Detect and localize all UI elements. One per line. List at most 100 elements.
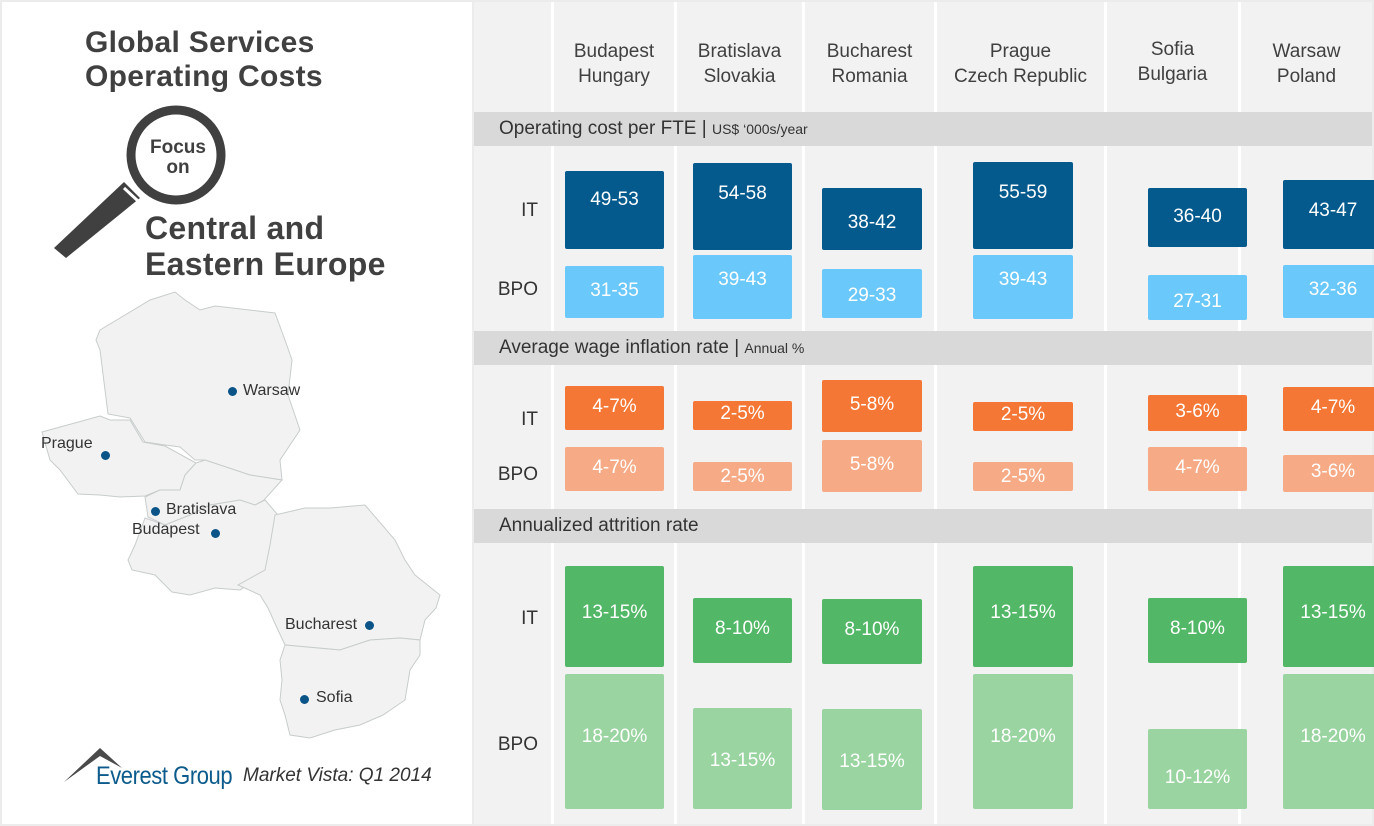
brand-logo: Everest Group — [96, 762, 233, 790]
column-header-bucharest: Bucharest Romania — [805, 39, 934, 89]
section-title-text: Annualized attrition rate — [499, 515, 699, 536]
box-value: 27-31 — [1173, 291, 1222, 312]
wage-inflation-bpo-box-warsaw: 3-6% — [1283, 455, 1374, 492]
box-value: 4-7% — [1175, 457, 1220, 478]
attrition-bpo-box-bucharest: 13-15% — [822, 709, 922, 810]
box-value: 4-7% — [1310, 397, 1356, 418]
operating-cost-bpo-box-prague: 39-43 — [973, 255, 1073, 319]
column-country: Poland — [1276, 66, 1337, 87]
section-title-text: Operating cost per FTE | — [499, 118, 712, 139]
wage-inflation-it-box-bratislava: 2-5% — [693, 401, 792, 430]
wage-inflation-bpo-box-budapest: 4-7% — [565, 447, 664, 491]
box-value: 8-10% — [1170, 618, 1225, 639]
title-line-1: Global Services — [85, 26, 315, 59]
page-title: Global Services Operating Costs — [85, 26, 323, 94]
box-value: 54-58 — [718, 183, 767, 204]
attrition-it-box-budapest: 13-15% — [565, 566, 664, 667]
column-header-sofia: Sofia Bulgaria — [1107, 37, 1238, 87]
row-label-it: IT — [521, 409, 538, 430]
section-title: Average wage inflation rate | Annual % — [499, 337, 804, 359]
column-city: Bucharest — [826, 41, 913, 62]
operating-cost-it-box-warsaw: 43-47 — [1283, 180, 1374, 249]
box-value: 39-43 — [998, 269, 1048, 290]
region-line-2: Eastern Europe — [145, 246, 386, 282]
operating-cost-it-box-prague: 55-59 — [973, 162, 1073, 249]
attrition-it-box-prague: 13-15% — [973, 566, 1073, 667]
focus-line-1: Focus — [150, 137, 206, 158]
attrition-bpo-box-prague: 18-20% — [973, 674, 1073, 809]
wage-inflation-bpo-box-bucharest: 5-8% — [822, 440, 922, 492]
attrition-it-box-sofia: 8-10% — [1148, 598, 1247, 663]
box-value: 8-10% — [715, 618, 770, 639]
publication-label: Market Vista: Q1 2014 — [243, 765, 432, 786]
row-label-bpo: BPO — [497, 464, 538, 485]
box-value: 4-7% — [592, 396, 637, 417]
section-unit: Annual % — [744, 340, 805, 356]
box-value: 13-15% — [839, 751, 905, 772]
operating-cost-it-box-bratislava: 54-58 — [693, 163, 792, 250]
column-header-budapest: Budapest Hungary — [554, 39, 674, 89]
section-title: Annualized attrition rate — [499, 515, 699, 537]
box-value: 18-20% — [1300, 726, 1366, 747]
column-city: Budapest — [573, 41, 655, 62]
box-value: 39-43 — [718, 269, 767, 290]
box-value: 13-15% — [581, 602, 648, 623]
operating-cost-bpo-box-sofia: 27-31 — [1148, 275, 1247, 320]
box-value: 36-40 — [1173, 206, 1222, 227]
operating-cost-it-box-budapest: 49-53 — [565, 171, 664, 249]
box-value: 49-53 — [590, 189, 639, 210]
city-label-budapest: Budapest — [132, 521, 200, 538]
city-dot-warsaw — [228, 387, 237, 396]
box-value: 55-59 — [998, 182, 1048, 203]
attrition-bpo-box-bratislava: 13-15% — [693, 708, 792, 809]
attrition-bpo-box-sofia: 10-12% — [1148, 729, 1247, 809]
city-dot-budapest — [211, 529, 220, 538]
box-value: 2-5% — [720, 403, 765, 424]
box-value: 2-5% — [1000, 404, 1046, 425]
focus-label: Focus on — [140, 138, 216, 178]
wage-inflation-it-box-prague: 2-5% — [973, 402, 1073, 431]
box-value: 43-47 — [1308, 200, 1358, 221]
box-value: 4-7% — [592, 457, 637, 478]
city-dot-bratislava — [151, 507, 160, 516]
wage-inflation-bpo-box-bratislava: 2-5% — [693, 462, 792, 491]
column-header-warsaw: Warsaw Poland — [1241, 39, 1372, 89]
attrition-bpo-box-budapest: 18-20% — [565, 674, 664, 809]
column-country: Romania — [831, 66, 908, 87]
city-label-prague: Prague — [41, 435, 93, 452]
box-value: 10-12% — [1164, 767, 1231, 788]
column-city: Prague — [989, 41, 1052, 62]
box-value: 8-10% — [844, 619, 900, 640]
section-title-text: Average wage inflation rate | — [499, 337, 745, 358]
focus-line-2: on — [166, 157, 190, 178]
row-label-bpo: BPO — [497, 734, 538, 755]
operating-cost-bpo-box-warsaw: 32-36 — [1283, 265, 1374, 318]
city-label-sofia: Sofia — [316, 689, 353, 706]
column-city: Bratislava — [697, 41, 782, 62]
operating-cost-it-box-sofia: 36-40 — [1148, 188, 1247, 247]
operating-cost-it-box-bucharest: 38-42 — [822, 188, 922, 250]
city-label-warsaw: Warsaw — [243, 382, 301, 399]
operating-cost-bpo-box-budapest: 31-35 — [565, 266, 664, 318]
section-header-operating-cost: Operating cost per FTE | US$ ‘000s/year — [474, 112, 1372, 146]
box-value: 38-42 — [847, 212, 897, 233]
attrition-it-box-warsaw: 13-15% — [1283, 566, 1374, 667]
column-city: Warsaw — [1272, 41, 1341, 62]
box-value: 3-6% — [1310, 461, 1356, 482]
box-value: 5-8% — [849, 454, 895, 475]
wage-inflation-bpo-box-prague: 2-5% — [973, 462, 1073, 491]
column-country: Bulgaria — [1137, 64, 1208, 85]
operating-cost-bpo-box-bratislava: 39-43 — [693, 255, 792, 319]
wage-inflation-it-box-bucharest: 5-8% — [822, 380, 922, 432]
box-value: 13-15% — [990, 602, 1056, 623]
box-value: 18-20% — [581, 726, 648, 747]
wage-inflation-it-box-warsaw: 4-7% — [1283, 387, 1374, 431]
box-value: 31-35 — [590, 280, 639, 301]
box-value: 5-8% — [849, 394, 895, 415]
section-header-attrition: Annualized attrition rate — [474, 509, 1372, 543]
box-value: 32-36 — [1308, 279, 1358, 300]
city-dot-prague — [101, 451, 110, 460]
wage-inflation-it-box-sofia: 3-6% — [1148, 395, 1247, 431]
city-label-bratislava: Bratislava — [166, 501, 237, 518]
column-country: Czech Republic — [953, 66, 1088, 87]
